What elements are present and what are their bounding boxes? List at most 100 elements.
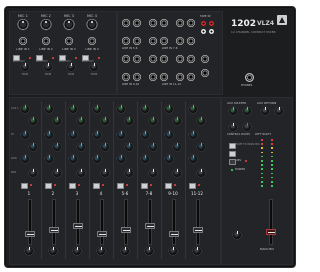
stereo-line-jack[interactable] bbox=[187, 37, 195, 45]
channel-level-fader[interactable] bbox=[73, 223, 83, 229]
stereo-line-jack[interactable] bbox=[176, 73, 184, 81]
channel-level-fader[interactable] bbox=[25, 231, 35, 237]
aux-master-1-knob[interactable] bbox=[229, 107, 237, 115]
eq-hi-knob[interactable] bbox=[117, 131, 125, 139]
aux2-knob[interactable] bbox=[149, 117, 157, 125]
channel-gain-knob[interactable] bbox=[145, 247, 153, 255]
channel-level-fader[interactable] bbox=[169, 231, 179, 237]
channel-gain-knob[interactable] bbox=[121, 247, 129, 255]
pan-knob[interactable] bbox=[149, 169, 157, 177]
main-out-jack[interactable] bbox=[201, 55, 209, 63]
stereo-line-jack[interactable] bbox=[133, 55, 141, 63]
channel-level-fader[interactable] bbox=[49, 227, 59, 233]
eq-low-knob[interactable] bbox=[45, 155, 53, 163]
mute-button[interactable] bbox=[141, 183, 148, 189]
eq-hi-knob[interactable] bbox=[69, 131, 77, 139]
pan-knob[interactable] bbox=[77, 169, 85, 177]
control-room-source-button[interactable] bbox=[229, 151, 236, 157]
channel-level-fader[interactable] bbox=[145, 223, 155, 229]
phones-level-knob[interactable] bbox=[243, 123, 251, 131]
line-input-jack[interactable] bbox=[42, 37, 50, 45]
channel-gain-knob[interactable] bbox=[73, 247, 81, 255]
eq-hi-knob[interactable] bbox=[141, 131, 149, 139]
tape-in-rca-left[interactable] bbox=[201, 29, 206, 34]
mute-button[interactable] bbox=[165, 183, 172, 189]
eq-low-knob[interactable] bbox=[93, 155, 101, 163]
trim-knob[interactable] bbox=[21, 63, 29, 71]
trim-knob[interactable] bbox=[44, 63, 52, 71]
xlr-mic-input[interactable] bbox=[63, 19, 75, 31]
stereo-line-jack[interactable] bbox=[176, 55, 184, 63]
eq-low-knob[interactable] bbox=[21, 155, 29, 163]
channel-level-fader[interactable] bbox=[97, 231, 107, 237]
aux1-knob[interactable] bbox=[69, 105, 77, 113]
stereo-line-jack[interactable] bbox=[133, 37, 141, 45]
main-out-jack[interactable] bbox=[201, 69, 209, 77]
channel-level-fader[interactable] bbox=[193, 227, 203, 233]
tape-out-rca-left[interactable] bbox=[209, 29, 214, 34]
trim-knob[interactable] bbox=[90, 63, 98, 71]
channel-gain-knob[interactable] bbox=[49, 247, 57, 255]
eq-low-knob[interactable] bbox=[189, 155, 197, 163]
eq-mid-knob[interactable] bbox=[101, 143, 109, 151]
eq-low-knob[interactable] bbox=[117, 155, 125, 163]
stereo-line-jack[interactable] bbox=[149, 19, 157, 27]
phantom-power-button[interactable] bbox=[229, 159, 236, 165]
aux2-knob[interactable] bbox=[173, 117, 181, 125]
aux1-knob[interactable] bbox=[45, 105, 53, 113]
stereo-line-jack[interactable] bbox=[187, 19, 195, 27]
stereo-line-jack[interactable] bbox=[122, 19, 130, 27]
eq-hi-knob[interactable] bbox=[189, 131, 197, 139]
aux2-knob[interactable] bbox=[125, 117, 133, 125]
trim-knob[interactable] bbox=[67, 63, 75, 71]
stereo-line-jack[interactable] bbox=[122, 73, 130, 81]
phones-jack[interactable] bbox=[245, 73, 254, 82]
channel-gain-knob[interactable] bbox=[169, 247, 177, 255]
aux2-knob[interactable] bbox=[29, 117, 37, 125]
mute-button[interactable] bbox=[117, 183, 124, 189]
mute-button[interactable] bbox=[93, 183, 100, 189]
aux2-knob[interactable] bbox=[101, 117, 109, 125]
eq-hi-knob[interactable] bbox=[93, 131, 101, 139]
eq-hi-knob[interactable] bbox=[21, 131, 29, 139]
channel-gain-knob[interactable] bbox=[25, 247, 33, 255]
aux-master-2-knob[interactable] bbox=[243, 107, 251, 115]
tape-to-main-button[interactable] bbox=[229, 143, 236, 149]
xlr-mic-input[interactable] bbox=[40, 19, 52, 31]
stereo-line-jack[interactable] bbox=[187, 55, 195, 63]
eq-mid-knob[interactable] bbox=[29, 143, 37, 151]
stereo-line-jack[interactable] bbox=[160, 37, 168, 45]
eq-hi-knob[interactable] bbox=[45, 131, 53, 139]
eq-low-knob[interactable] bbox=[141, 155, 149, 163]
eq-mid-knob[interactable] bbox=[197, 143, 205, 151]
line-input-jack[interactable] bbox=[19, 37, 27, 45]
eq-low-knob[interactable] bbox=[165, 155, 173, 163]
pan-knob[interactable] bbox=[53, 169, 61, 177]
aux-return-2-knob[interactable] bbox=[275, 107, 283, 115]
stereo-line-jack[interactable] bbox=[187, 73, 195, 81]
eq-mid-knob[interactable] bbox=[125, 143, 133, 151]
eq-mid-knob[interactable] bbox=[53, 143, 61, 151]
aux1-knob[interactable] bbox=[21, 105, 29, 113]
stereo-line-jack[interactable] bbox=[176, 37, 184, 45]
xlr-mic-input[interactable] bbox=[86, 19, 98, 31]
stereo-line-jack[interactable] bbox=[160, 55, 168, 63]
eq-mid-knob[interactable] bbox=[77, 143, 85, 151]
aux-return-knob[interactable] bbox=[261, 107, 269, 115]
mute-button[interactable] bbox=[69, 183, 76, 189]
phones-knob[interactable] bbox=[233, 231, 241, 239]
stereo-line-jack[interactable] bbox=[149, 37, 157, 45]
aux2-knob[interactable] bbox=[77, 117, 85, 125]
aux1-knob[interactable] bbox=[189, 105, 197, 113]
main-mix-fader[interactable] bbox=[266, 229, 276, 235]
stereo-line-jack[interactable] bbox=[160, 19, 168, 27]
stereo-line-jack[interactable] bbox=[122, 55, 130, 63]
eq-hi-knob[interactable] bbox=[165, 131, 173, 139]
control-room-knob[interactable] bbox=[229, 123, 237, 131]
pan-knob[interactable] bbox=[173, 169, 181, 177]
channel-gain-knob[interactable] bbox=[193, 247, 201, 255]
mute-button[interactable] bbox=[21, 183, 28, 189]
tape-in-rca-right[interactable] bbox=[201, 21, 206, 26]
pan-knob[interactable] bbox=[101, 169, 109, 177]
line-input-jack[interactable] bbox=[88, 37, 96, 45]
